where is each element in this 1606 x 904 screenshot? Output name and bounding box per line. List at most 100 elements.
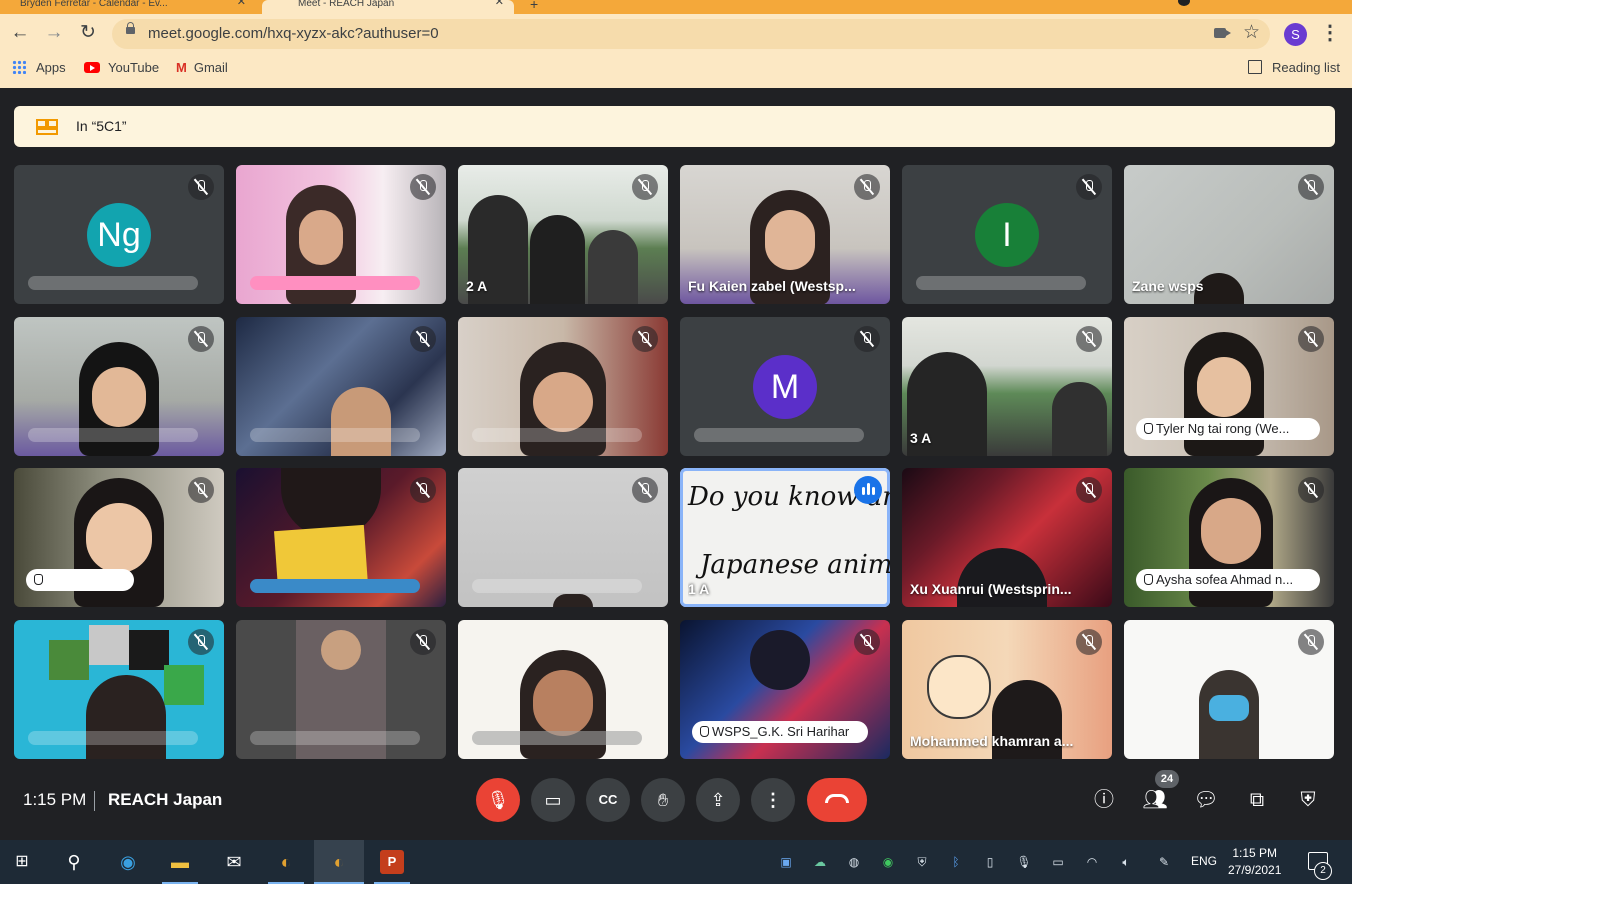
participant-tile[interactable] xyxy=(236,317,446,456)
participant-tile[interactable] xyxy=(14,620,224,759)
zoom-tray-icon[interactable]: ▣ xyxy=(778,854,794,870)
participant-tile[interactable]: I xyxy=(902,165,1112,304)
file-explorer-icon[interactable]: ▬ xyxy=(168,850,192,874)
apps-grid-icon xyxy=(12,60,26,74)
chrome-profile-icon[interactable]: ◐ xyxy=(274,850,298,874)
bookmark-apps[interactable]: Apps xyxy=(12,60,66,75)
running-indicator xyxy=(162,882,198,884)
screen: Bryden Ferretar - Calendar - Ev... ✕ Mee… xyxy=(0,0,1352,884)
participant-tile[interactable]: Ng xyxy=(14,165,224,304)
raise-hand-button[interactable]: ✋︎ xyxy=(641,778,685,822)
participant-tile[interactable] xyxy=(458,317,668,456)
volume-icon[interactable]: 🔈︎ xyxy=(1118,854,1134,870)
participant-tile[interactable]: Tyler Ng tai rong (We... xyxy=(1124,317,1334,456)
camera-in-use-icon[interactable] xyxy=(1214,28,1231,38)
activities-icon[interactable]: ⧉ xyxy=(1243,786,1271,814)
microphone-tray-icon[interactable]: 🎙︎ xyxy=(1016,854,1032,870)
face xyxy=(92,367,146,427)
profile-avatar[interactable]: S xyxy=(1284,23,1307,46)
wifi-icon[interactable]: ◠ xyxy=(1084,854,1100,870)
more-options-button[interactable]: ⋮ xyxy=(751,778,795,822)
participant-tile[interactable] xyxy=(236,468,446,607)
participant-tile[interactable]: 3 A xyxy=(902,317,1112,456)
edge-browser-icon[interactable]: ◉ xyxy=(116,850,140,874)
running-indicator xyxy=(314,882,364,884)
onedrive-tray-icon[interactable]: ☁ xyxy=(812,854,828,870)
bluetooth-icon[interactable]: ᛒ xyxy=(948,854,964,870)
bookmark-youtube[interactable]: YouTube xyxy=(84,60,159,75)
forward-arrow-icon[interactable]: → xyxy=(43,22,65,44)
mic-off-icon xyxy=(1076,477,1102,503)
breakout-room-label: In “5C1” xyxy=(76,118,127,134)
participant-tile[interactable]: Xu Xuanrui (Westsprin... xyxy=(902,468,1112,607)
close-icon[interactable]: ✕ xyxy=(237,0,246,8)
participant-tile[interactable] xyxy=(14,468,224,607)
back-arrow-icon[interactable]: ← xyxy=(9,22,31,44)
mic-off-icon xyxy=(1076,174,1102,200)
tab-label: Meet - REACH Japan xyxy=(298,0,395,9)
participant-tile[interactable]: WSPS_G.K. Sri Harihar xyxy=(680,620,890,759)
participant-tile[interactable]: Zane wsps xyxy=(1124,165,1334,304)
battery-icon[interactable]: ▭ xyxy=(1050,854,1066,870)
redacted-name xyxy=(472,731,642,745)
mail-icon[interactable]: ✉ xyxy=(222,850,246,874)
participant-tile[interactable]: 2 A xyxy=(458,165,668,304)
meeting-title: REACH Japan xyxy=(108,790,223,809)
pen-icon[interactable]: ✎ xyxy=(1156,854,1172,870)
participant-tile[interactable]: Aysha sofea Ahmad n... xyxy=(1124,468,1334,607)
redacted-name xyxy=(28,428,198,442)
bookmark-gmail[interactable]: M Gmail xyxy=(176,60,228,75)
captions-button[interactable]: CC xyxy=(586,778,630,822)
redacted-name xyxy=(916,276,1086,290)
participant-tile[interactable] xyxy=(14,317,224,456)
reading-list-button[interactable]: Reading list xyxy=(1248,60,1340,75)
bookmark-star-icon[interactable]: ☆ xyxy=(1243,21,1260,44)
participant-tile[interactable]: Do you know any Japanese animes 1 A xyxy=(680,468,890,607)
security-tray-icon[interactable]: ◉ xyxy=(880,854,896,870)
participant-tile[interactable] xyxy=(1124,620,1334,759)
mic-off-icon xyxy=(188,174,214,200)
search-icon[interactable]: ⚲ xyxy=(62,850,86,874)
face xyxy=(1197,357,1251,417)
present-button[interactable]: ⇪ xyxy=(696,778,740,822)
redacted-name xyxy=(250,428,420,442)
shield-tray-icon[interactable]: ⛨ xyxy=(914,854,930,870)
participant-tile[interactable]: Mohammed khamran a... xyxy=(902,620,1112,759)
lock-icon[interactable] xyxy=(126,22,135,34)
people-icon[interactable]: 👥︎ xyxy=(1141,786,1169,814)
camera-toggle-button[interactable]: ▭ xyxy=(531,778,575,822)
powerpoint-icon[interactable]: P xyxy=(380,850,404,874)
participant-tile[interactable] xyxy=(458,620,668,759)
windows-start-icon[interactable]: ⊞ xyxy=(10,850,34,874)
mic-toggle-button[interactable]: 🎙︎ xyxy=(476,778,520,822)
block-graphic xyxy=(89,625,129,665)
participant-tile[interactable] xyxy=(458,468,668,607)
new-tab-icon[interactable]: + xyxy=(530,0,538,12)
input-language[interactable]: ENG xyxy=(1191,854,1217,868)
participant-tile[interactable]: Fu Kaien zabel (Westsp... xyxy=(680,165,890,304)
participant-tile[interactable]: M xyxy=(680,317,890,456)
close-icon[interactable]: ✕ xyxy=(495,0,504,8)
usb-device-icon[interactable]: ▯ xyxy=(982,854,998,870)
participant-tile[interactable] xyxy=(236,620,446,759)
tab-calendar[interactable]: Bryden Ferretar - Calendar - Ev... ✕ xyxy=(0,0,256,14)
avatar: Ng xyxy=(87,203,151,267)
chrome-active-icon[interactable]: ◐ xyxy=(327,850,351,874)
participant-tile[interactable] xyxy=(236,165,446,304)
meeting-details-icon[interactable]: ⓘ xyxy=(1090,786,1118,814)
chat-icon[interactable]: 💬︎ xyxy=(1192,786,1220,814)
host-controls-icon[interactable]: ⛨ xyxy=(1294,786,1322,814)
reload-icon[interactable]: ↻ xyxy=(77,22,99,44)
address-bar[interactable]: meet.google.com/hxq-xyzx-akc?authuser=0 … xyxy=(112,19,1270,49)
mic-off-icon xyxy=(410,477,436,503)
leave-call-button[interactable] xyxy=(807,778,867,822)
mic-off-icon xyxy=(188,629,214,655)
mic-off-icon xyxy=(1298,174,1324,200)
more-vert-icon[interactable]: ⋮ xyxy=(1320,20,1340,45)
mic-off-icon xyxy=(1076,326,1102,352)
mic-off-icon xyxy=(410,629,436,655)
system-clock[interactable]: 1:15 PM 27/9/2021 xyxy=(1228,845,1281,879)
tab-meet[interactable]: Meet - REACH Japan ✕ xyxy=(262,0,514,14)
network-globe-icon[interactable]: ◍ xyxy=(846,854,862,870)
tab-search-icon[interactable] xyxy=(1178,0,1190,6)
